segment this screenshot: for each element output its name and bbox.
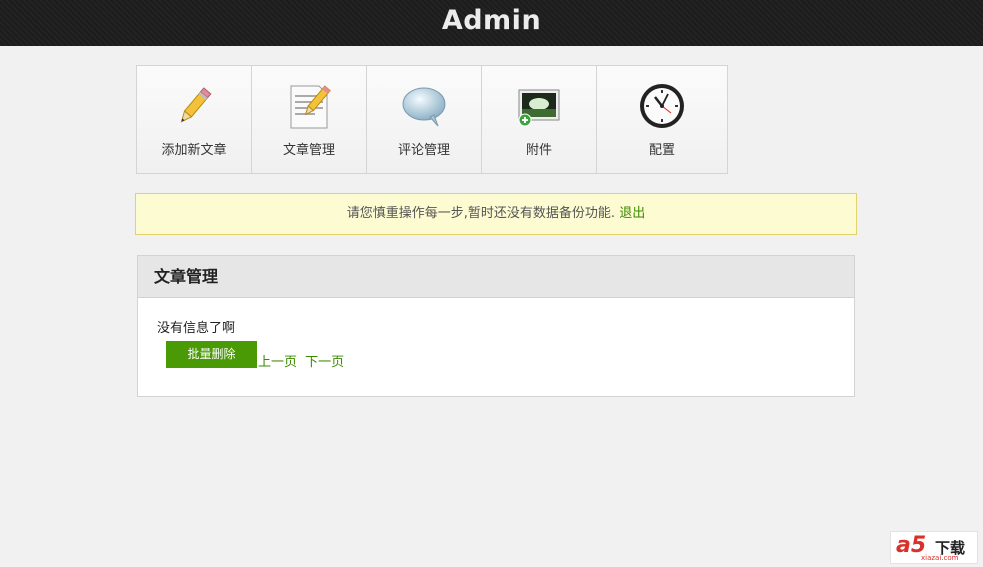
nav-item-add-article[interactable]: 添加新文章	[137, 66, 252, 173]
pagination: 上一页 下一页	[258, 351, 348, 370]
nav-item-label: 配置	[648, 143, 675, 158]
next-page-link[interactable]: 下一页	[305, 355, 344, 370]
nav-toolbar: 添加新文章 文章管理 评论管理 附件 配置	[136, 65, 728, 174]
top-header: Admin	[0, 0, 983, 46]
nav-item-label: 添加新文章	[161, 143, 227, 158]
article-manage-panel: 文章管理 没有信息了啊 批量删除 上一页 下一页	[137, 255, 855, 397]
pencil-icon	[170, 82, 218, 130]
empty-message: 没有信息了啊	[157, 321, 236, 336]
logout-link[interactable]: 退出	[619, 206, 645, 221]
panel-body: 没有信息了啊 批量删除 上一页 下一页	[138, 298, 854, 396]
nav-item-article-manage[interactable]: 文章管理	[252, 66, 367, 173]
watermark-logo: a5 下载 xiazai.com	[890, 531, 978, 564]
warning-notice: 请您慎重操作每一步,暂时还没有数据备份功能. 退出	[135, 193, 857, 235]
app-title: Admin	[441, 5, 542, 36]
nav-item-comment-manage[interactable]: 评论管理	[367, 66, 482, 173]
prev-page-link[interactable]: 上一页	[258, 355, 297, 370]
image-add-icon	[515, 82, 563, 130]
watermark-domain: xiazai.com	[921, 554, 959, 562]
document-edit-icon	[285, 82, 333, 130]
notice-text: 请您慎重操作每一步,暂时还没有数据备份功能.	[346, 206, 616, 221]
panel-title: 文章管理	[138, 256, 854, 298]
clock-icon	[638, 82, 686, 130]
nav-item-settings[interactable]: 配置	[597, 66, 727, 173]
batch-delete-button[interactable]: 批量删除	[166, 341, 257, 368]
speech-bubble-icon	[400, 82, 448, 130]
nav-item-attachments[interactable]: 附件	[482, 66, 597, 173]
nav-item-label: 评论管理	[397, 143, 450, 158]
nav-item-label: 文章管理	[282, 143, 335, 158]
nav-item-label: 附件	[525, 143, 552, 158]
